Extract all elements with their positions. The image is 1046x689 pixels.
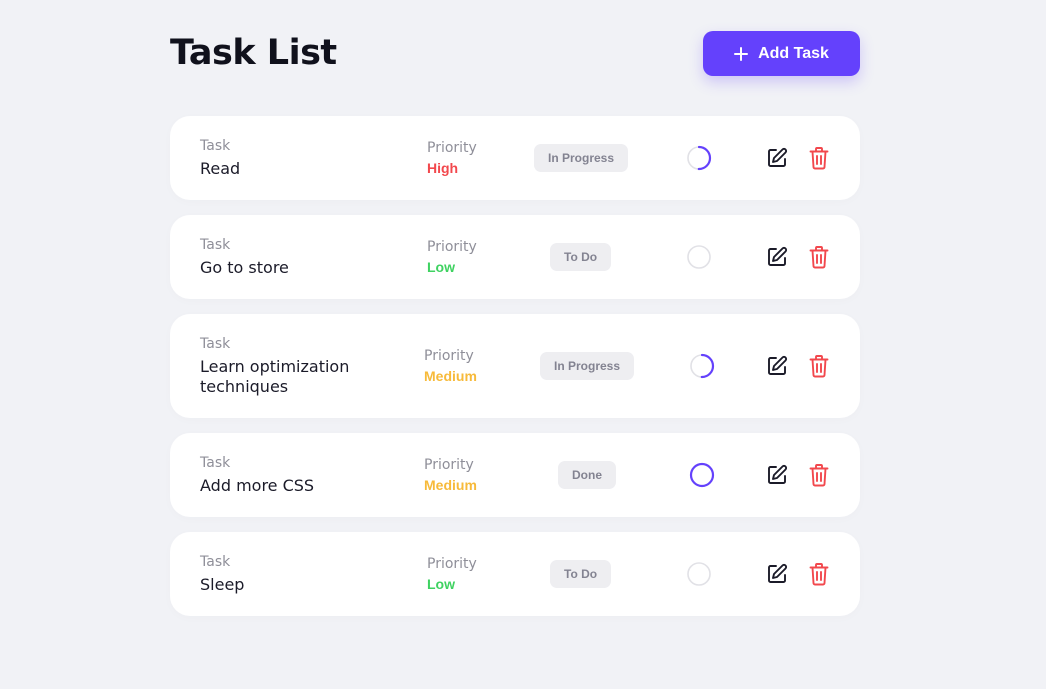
task-list-page: Task List Add Task Task Read Priority Hi… — [0, 0, 1046, 689]
task-card: Task Sleep Priority Low To Do — [170, 532, 860, 616]
task-card: Task Go to store Priority Low To Do — [170, 215, 860, 299]
status-column: In Progress — [534, 144, 629, 172]
status-badge[interactable]: In Progress — [540, 352, 635, 380]
task-actions — [766, 354, 830, 378]
status-column: To Do — [550, 560, 612, 588]
status-column: Done — [558, 461, 616, 489]
progress-track — [687, 245, 711, 269]
plus-icon — [734, 46, 749, 61]
task-label: Task — [200, 554, 231, 570]
progress-indicator — [686, 561, 712, 587]
priority-value: High — [427, 160, 459, 176]
priority-label: Priority — [424, 348, 474, 364]
task-label: Task — [200, 237, 231, 253]
task-card: Task Add more CSS Priority Medium Done — [170, 433, 860, 517]
edit-icon[interactable] — [766, 245, 788, 269]
task-name: Sleep — [200, 575, 245, 594]
status-badge[interactable]: To Do — [550, 560, 612, 588]
priority-label: Priority — [427, 556, 477, 572]
priority-value: Low — [427, 259, 455, 275]
status-column: In Progress — [540, 352, 635, 380]
edit-icon[interactable] — [766, 146, 788, 170]
task-name: Go to store — [200, 258, 289, 277]
status-column: To Do — [550, 243, 612, 271]
progress-track — [689, 462, 715, 488]
edit-icon[interactable] — [766, 354, 788, 378]
status-badge[interactable]: In Progress — [534, 144, 629, 172]
priority-label: Priority — [427, 239, 477, 255]
task-card: Task Read Priority High In Progress — [170, 116, 860, 200]
task-label: Task — [200, 336, 231, 352]
task-name: Learn optimization techniques — [200, 357, 350, 396]
task-actions — [766, 146, 830, 170]
task-column: Task Read — [200, 137, 390, 179]
task-column: Task Add more CSS — [200, 454, 390, 496]
trash-icon[interactable] — [808, 463, 830, 487]
status-badge[interactable]: Done — [558, 461, 616, 489]
priority-label: Priority — [424, 457, 474, 473]
progress-indicator — [689, 353, 715, 379]
task-actions — [766, 245, 830, 269]
status-badge[interactable]: To Do — [550, 243, 612, 271]
progress-indicator — [689, 462, 715, 488]
progress-indicator — [686, 244, 712, 270]
task-column: Task Learn optimization techniques — [200, 335, 400, 397]
priority-column: Priority Low — [427, 238, 517, 276]
task-name: Read — [200, 159, 241, 178]
task-column: Task Go to store — [200, 236, 390, 278]
task-column: Task Sleep — [200, 553, 390, 595]
task-name: Add more CSS — [200, 476, 315, 495]
trash-icon[interactable] — [808, 354, 830, 378]
edit-icon[interactable] — [766, 562, 788, 586]
priority-column: Priority High — [427, 139, 517, 177]
priority-column: Priority Medium — [424, 347, 514, 385]
priority-value: Medium — [424, 477, 477, 493]
task-card: Task Learn optimization techniques Prior… — [170, 314, 860, 418]
priority-column: Priority Medium — [424, 456, 514, 494]
priority-value: Low — [427, 576, 455, 592]
task-label: Task — [200, 138, 231, 154]
header: Task List Add Task — [170, 31, 860, 76]
progress-track — [687, 562, 711, 586]
add-task-button[interactable]: Add Task — [703, 31, 860, 76]
edit-icon[interactable] — [766, 463, 788, 487]
task-label: Task — [200, 455, 231, 471]
task-actions — [766, 463, 830, 487]
trash-icon[interactable] — [808, 562, 830, 586]
trash-icon[interactable] — [808, 146, 830, 170]
task-actions — [766, 562, 830, 586]
priority-label: Priority — [427, 140, 477, 156]
page-title: Task List — [170, 33, 337, 73]
trash-icon[interactable] — [808, 245, 830, 269]
priority-column: Priority Low — [427, 555, 517, 593]
priority-value: Medium — [424, 368, 477, 384]
add-task-label: Add Task — [758, 44, 829, 62]
progress-indicator — [686, 145, 712, 171]
